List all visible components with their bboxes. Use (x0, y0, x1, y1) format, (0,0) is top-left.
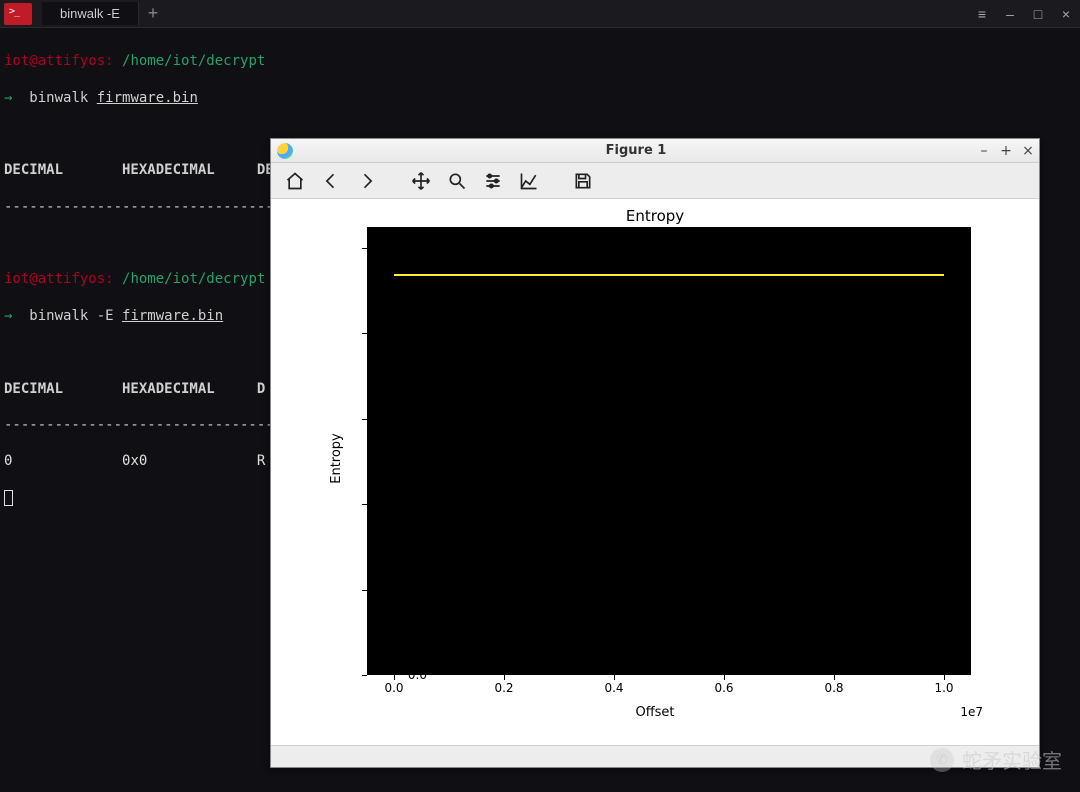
home-icon[interactable] (281, 167, 309, 195)
prompt-path: /home/iot/decrypt (122, 53, 265, 69)
figure-canvas[interactable]: Entropy 0.0 0.2 0.4 0.6 0.8 1.0 0.0 0.2 … (271, 199, 1039, 745)
prompt-user: iot@attifyos (4, 53, 105, 69)
window-close-button[interactable]: × (1052, 6, 1080, 22)
xtick-label: 0.8 (824, 681, 843, 695)
figure-title: Figure 1 (299, 143, 973, 158)
figure-toolbar (271, 163, 1039, 199)
zoom-icon[interactable] (443, 167, 471, 195)
pan-icon[interactable] (407, 167, 435, 195)
ytick-label: 0.8 (408, 326, 427, 340)
command-text: binwalk (12, 90, 96, 106)
xtick-label: 0.4 (604, 681, 623, 695)
command-arg: firmware.bin (122, 308, 223, 324)
entropy-series-line (394, 274, 944, 276)
window-minimize-button[interactable]: – (996, 6, 1024, 22)
menu-button[interactable]: ≡ (968, 6, 996, 22)
terminal-tab[interactable]: binwalk -E (42, 2, 139, 25)
plot-title: Entropy (271, 207, 1039, 225)
x-axis-label: Offset (271, 705, 1039, 720)
window-maximize-button[interactable]: □ (1024, 6, 1052, 22)
cell-decimal: 0 (4, 453, 12, 469)
xtick-label: 0.6 (714, 681, 733, 695)
command-arg: firmware.bin (97, 90, 198, 106)
cell-hex: 0x0 (122, 453, 147, 469)
figure-titlebar[interactable]: Figure 1 – + × (271, 139, 1039, 163)
command-text: binwalk -E (12, 308, 122, 324)
y-axis-label: Entropy (329, 433, 344, 484)
edit-axis-icon[interactable] (515, 167, 543, 195)
prompt-path: /home/iot/decrypt (122, 271, 265, 287)
save-icon[interactable] (569, 167, 597, 195)
forward-icon[interactable] (353, 167, 381, 195)
ytick-label: 0.2 (408, 583, 427, 597)
terminal-app-icon (4, 3, 32, 25)
ytick-label: 0.6 (408, 412, 427, 426)
prompt-user: iot@attifyos (4, 271, 105, 287)
window-titlebar: binwalk -E + ≡ – □ × (0, 0, 1080, 28)
figure-statusbar (271, 745, 1039, 767)
configure-icon[interactable] (479, 167, 507, 195)
cell-desc: R (257, 453, 265, 469)
ytick-label: 0.0 (408, 668, 427, 682)
ytick-label: 1.0 (408, 241, 427, 255)
xtick-label: 0.2 (494, 681, 513, 695)
new-tab-button[interactable]: + (139, 3, 167, 24)
xtick-label: 0.0 (384, 681, 403, 695)
prompt-line: iot@attifyos: /home/iot/decrypt (4, 52, 1076, 70)
xtick-label: 1.0 (934, 681, 953, 695)
figure-close-button[interactable]: × (1017, 143, 1039, 159)
matplotlib-icon (277, 143, 293, 159)
figure-minimize-button[interactable]: – (973, 143, 995, 159)
command-line: → binwalk firmware.bin (4, 89, 1076, 107)
ytick-label: 0.4 (408, 497, 427, 511)
plot-area (367, 227, 971, 675)
back-icon[interactable] (317, 167, 345, 195)
figure-window[interactable]: Figure 1 – + × Entropy 0.0 0.2 0.4 0.6 0… (270, 138, 1040, 768)
figure-maximize-button[interactable]: + (995, 143, 1017, 159)
x-axis-scinote: 1e7 (960, 705, 983, 719)
